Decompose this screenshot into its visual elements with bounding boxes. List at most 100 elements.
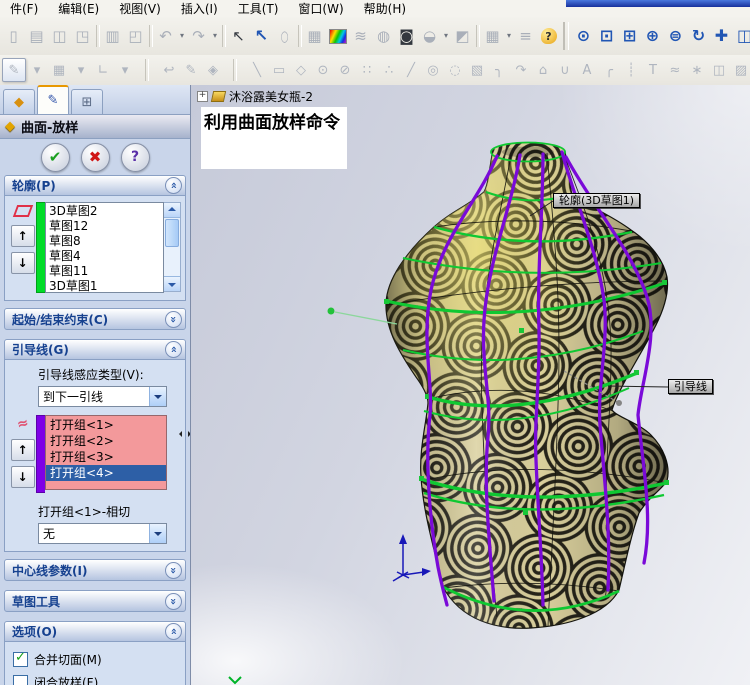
grid-dropdown-icon[interactable]: ▾ (70, 59, 92, 81)
group-start-end-header[interactable]: 起始/结束约束(C) (4, 308, 186, 330)
crosshatch-icon[interactable]: ▨ (730, 59, 750, 81)
tab-propertymanager[interactable]: ✎ (37, 85, 69, 114)
help-icon[interactable]: ? (537, 24, 560, 48)
separator[interactable] (220, 24, 227, 48)
move-up-button[interactable]: ↑ (10, 225, 35, 247)
menu-item[interactable]: 窗口(W) (288, 0, 353, 18)
tab-featuremanager[interactable]: ◆ (3, 89, 35, 114)
make-drawing-icon[interactable]: ◫ (48, 24, 71, 48)
mirror-icon[interactable]: ◫ (708, 59, 730, 81)
collapse-chevron-icon[interactable] (165, 341, 182, 358)
sketch-points-icon[interactable]: ∴ (378, 59, 400, 81)
hatch-icon[interactable]: ▧ (466, 59, 488, 81)
graphics-area[interactable]: + 沐浴露美女瓶-2 利用曲面放样命令 轮廓(3D草图1) 引导线 (191, 85, 750, 685)
profile-list-item[interactable]: 草图4 (46, 249, 163, 264)
print-icon[interactable]: ▥ (101, 24, 124, 48)
parabola-icon[interactable]: ∪ (554, 59, 576, 81)
tree-expand-icon[interactable]: + (197, 91, 208, 102)
group-options-header[interactable]: 选项(O) (4, 621, 186, 642)
ok-button[interactable]: ✔ (40, 142, 70, 172)
redo-dropdown-icon[interactable]: ▾ (210, 24, 220, 48)
color-swatch-icon[interactable] (326, 24, 349, 48)
zoom-previous-icon[interactable]: ⊙ (572, 24, 595, 48)
scrollbar-thumb[interactable] (165, 219, 179, 247)
rotate-view-icon[interactable]: ↻ (687, 24, 710, 48)
select-icon[interactable]: ↖ (227, 24, 250, 48)
grid-system-icon[interactable]: ▦ (303, 24, 326, 48)
point-icon[interactable]: ∗ (686, 59, 708, 81)
separator[interactable] (136, 59, 158, 81)
camera-icon[interactable]: ◙ (395, 24, 418, 48)
profiles-scrollbar[interactable] (164, 202, 181, 292)
select-filter-icon[interactable]: ↖ (250, 24, 273, 48)
cancel-button[interactable]: ✖ (80, 142, 110, 172)
measure-dropdown-icon[interactable]: ▾ (441, 24, 451, 48)
sketch-3d-icon[interactable]: ✎ (180, 59, 202, 81)
menu-item[interactable]: 插入(I) (171, 0, 228, 18)
menu-item[interactable]: 视图(V) (109, 0, 171, 18)
expand-chevron-icon[interactable] (165, 310, 182, 328)
redo-icon[interactable]: ↷ (187, 24, 210, 48)
measure-icon[interactable]: ◒ (418, 24, 441, 48)
menu-item[interactable]: 帮助(H) (354, 0, 416, 18)
group-sketch-tools-header[interactable]: 草图工具 (4, 590, 186, 612)
move-up-button[interactable]: ↑ (10, 439, 35, 461)
shadow-icon[interactable]: ◍ (372, 24, 395, 48)
separator[interactable] (147, 24, 154, 48)
help-button[interactable]: ? (120, 142, 150, 172)
save-icon[interactable]: ▤ (25, 24, 48, 48)
combo-dropdown-icon[interactable] (149, 524, 166, 543)
menu-item[interactable]: 编辑(E) (48, 0, 109, 18)
pan-icon[interactable]: ✚ (710, 24, 733, 48)
mouse-icon[interactable]: ○ (273, 24, 296, 48)
convert-entities-icon[interactable]: ↩ (158, 59, 180, 81)
profile-list-item[interactable]: 3D草图1 (46, 279, 163, 292)
zoom-in-out-icon[interactable]: ⊕ (641, 24, 664, 48)
guide-list-item[interactable]: 打开组<1> (46, 417, 166, 433)
rectangle-icon[interactable]: ▭ (268, 59, 290, 81)
text-icon[interactable]: A (576, 59, 598, 81)
tab-configuration[interactable]: ⊞ (71, 89, 103, 114)
dimension-icon[interactable]: ∟ (92, 59, 114, 81)
equations-icon[interactable]: ≡ (514, 24, 537, 48)
callout-profile[interactable]: 轮廓(3D草图1) (553, 193, 641, 208)
tangent-arc-icon[interactable]: ╮ (488, 59, 510, 81)
expand-chevron-icon[interactable] (165, 561, 182, 579)
checkbox-icon[interactable] (13, 650, 28, 667)
make-assembly-icon[interactable]: ◳ (71, 24, 94, 48)
group-guides-header[interactable]: 引导线(G) (4, 339, 186, 360)
guide-type-combobox[interactable]: 到下一引线 (38, 386, 167, 407)
centerline-icon[interactable]: ┊ (620, 59, 642, 81)
section-view-icon[interactable]: ◩ (451, 24, 474, 48)
group-centerline-header[interactable]: 中心线参数(I) (4, 559, 186, 581)
new-icon[interactable]: ▯ (2, 24, 25, 48)
feature-tree-node[interactable]: + 沐浴露美女瓶-2 (197, 88, 313, 105)
model-3d-view[interactable] (191, 85, 750, 685)
guide-list-item[interactable]: 打开组<4> (46, 465, 166, 481)
zoom-area-icon[interactable]: ⊞ (618, 24, 641, 48)
scroll-down-icon[interactable] (164, 276, 180, 291)
collapse-chevron-icon[interactable] (165, 623, 182, 640)
undo-icon[interactable]: ↶ (154, 24, 177, 48)
profile-list-item[interactable]: 草图12 (46, 219, 163, 234)
design-table-icon[interactable]: ▦ (481, 24, 504, 48)
expand-chevron-icon[interactable] (165, 592, 182, 610)
print-preview-icon[interactable]: ◰ (124, 24, 147, 48)
line-icon[interactable]: ╲ (246, 59, 268, 81)
separator[interactable] (296, 24, 303, 48)
sketch-dropdown-icon[interactable]: ▾ (26, 59, 48, 81)
zoom-to-fit-icon[interactable]: ⊡ (595, 24, 618, 48)
collapse-chevron-icon[interactable] (165, 177, 182, 194)
zoom-selection-icon[interactable]: ⊜ (664, 24, 687, 48)
callout-guide[interactable]: 引导线 (668, 379, 713, 394)
freehand-icon[interactable]: ╱ (400, 59, 422, 81)
profile-list-item[interactable]: 草图11 (46, 264, 163, 279)
menu-item[interactable]: 工具(T) (228, 0, 289, 18)
view-mode-icon[interactable]: ◫ (733, 24, 750, 48)
group-profiles-header[interactable]: 轮廓(P) (4, 175, 186, 196)
undo-dropdown-icon[interactable]: ▾ (177, 24, 187, 48)
profile-list-item[interactable]: 3D草图2 (46, 204, 163, 219)
move-down-button[interactable]: ↓ (10, 252, 35, 274)
panel-splitter-handle[interactable] (179, 430, 190, 440)
scroll-up-icon[interactable] (164, 203, 180, 218)
